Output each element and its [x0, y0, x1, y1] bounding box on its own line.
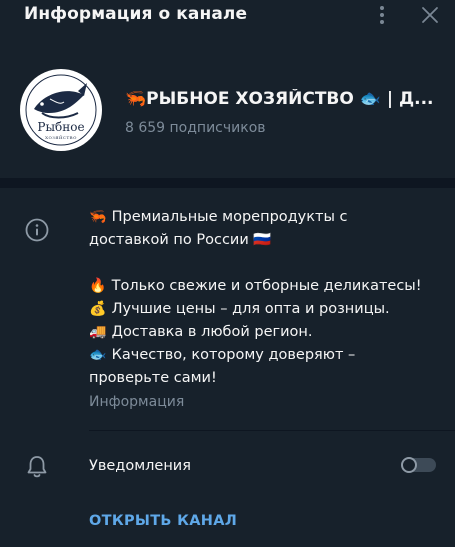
description-line: доставкой по России 🇷🇺	[89, 232, 272, 248]
channel-description: 🦐 Премиальные морепродукты с доставкой п…	[89, 206, 439, 390]
open-channel-button[interactable]: ОТКРЫТЬ КАНАЛ	[89, 513, 237, 529]
logo-text: Рыбное	[37, 120, 85, 134]
channel-name: 🦐РЫБНОЕ ХОЗЯЙСТВО 🐟 | Д...	[125, 89, 434, 109]
notifications-label: Уведомления	[89, 458, 191, 474]
notifications-toggle[interactable]	[401, 457, 436, 473]
info-icon	[24, 217, 50, 243]
money-bag-icon: 💰	[89, 301, 107, 317]
more-vertical-icon[interactable]	[372, 3, 392, 27]
description-line: проверьте сами!	[89, 370, 217, 386]
description-line: 🦐 Премиальные морепродукты с	[89, 206, 439, 229]
subscriber-count: 8 659 подписчиков	[125, 120, 266, 136]
panel-header: Информация о канале	[0, 0, 455, 32]
fire-icon: 🔥	[89, 278, 107, 294]
toggle-knob	[401, 457, 417, 473]
logo-subtext: ХОЗЯЙСТВО	[45, 135, 77, 140]
description-line: 🚚 Доставка в любой регион.	[89, 321, 439, 344]
panel-title: Информация о канале	[24, 4, 248, 24]
bell-icon	[25, 454, 49, 480]
close-icon[interactable]	[420, 5, 440, 25]
description-line: 🔥 Только свежие и отборные деликатесы!	[89, 275, 439, 298]
description-label: Информация	[89, 394, 185, 410]
channel-card: Рыбное ХОЗЯЙСТВО 🦐РЫБНОЕ ХОЗЯЙСТВО 🐟 | Д…	[0, 58, 455, 168]
fish-icon: 🐟	[89, 347, 107, 363]
description-line: 🐟 Качество, которому доверяют –	[89, 344, 439, 367]
description-line: 💰 Лучшие цены – для опта и розницы.	[89, 298, 439, 321]
truck-icon: 🚚	[89, 324, 107, 340]
channel-avatar[interactable]: Рыбное ХОЗЯЙСТВО	[20, 69, 102, 151]
section-divider	[0, 178, 455, 188]
row-separator	[89, 430, 455, 431]
shrimp-icon: 🦐	[89, 209, 107, 225]
